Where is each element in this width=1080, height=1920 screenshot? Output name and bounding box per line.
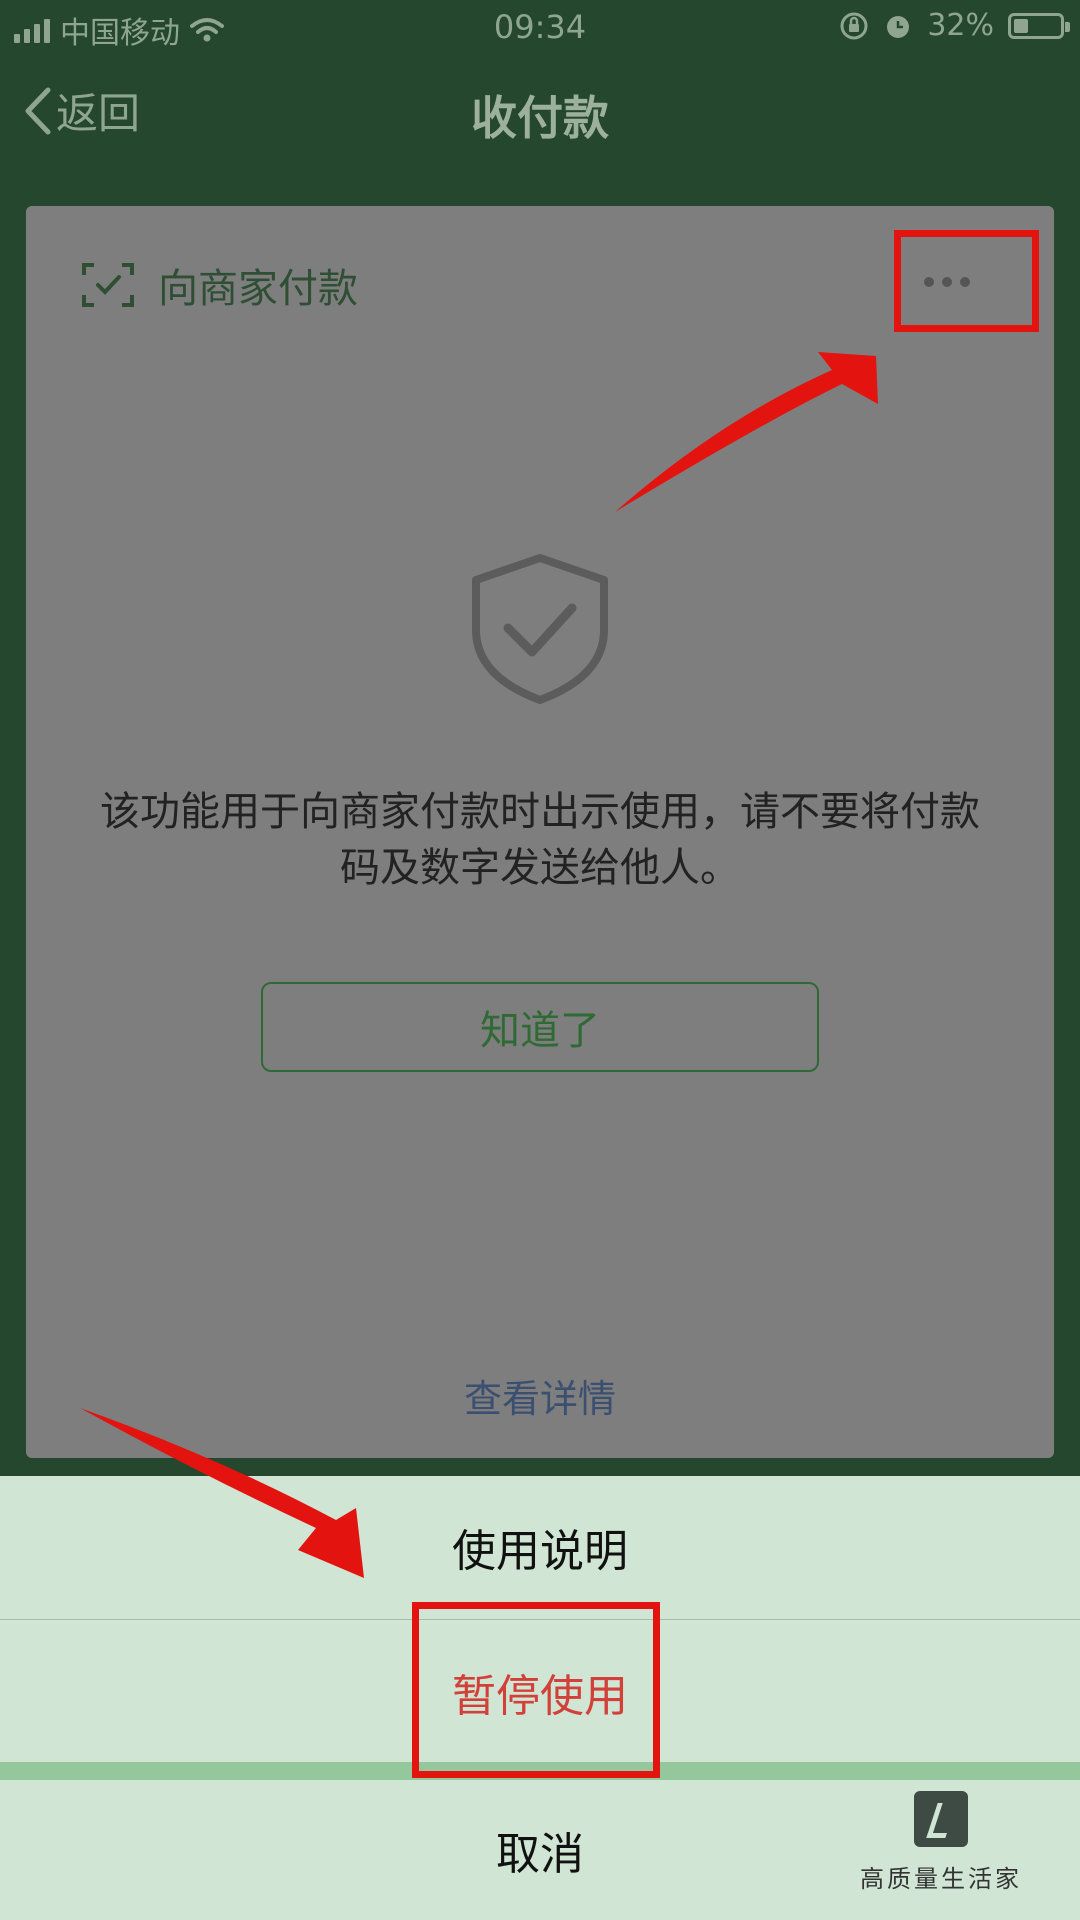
watermark-text: 高质量生活家 — [860, 1865, 1022, 1893]
more-dots-icon — [924, 277, 934, 287]
nav-bar: 返回 收付款 — [0, 60, 1080, 160]
battery-percent: 32% — [927, 8, 994, 43]
security-notice: 该功能用于向商家付款时出示使用，请不要将付款码及数字发送给他人。 — [100, 789, 980, 891]
page-title: 收付款 — [471, 91, 609, 145]
watermark-logo-icon — [914, 1791, 968, 1847]
alarm-icon — [887, 15, 910, 38]
battery-fill — [1014, 18, 1029, 33]
watermark: 高质量生活家 — [860, 1791, 1022, 1894]
shield-check-icon — [472, 554, 608, 704]
rotation-lock-icon — [840, 12, 868, 39]
card-header: 向商家付款 — [82, 256, 358, 314]
sheet-gap — [0, 1762, 1080, 1780]
more-button[interactable] — [892, 252, 1002, 312]
status-bar: 中国移动 09:34 32% — [0, 0, 1080, 56]
payment-card: 向商家付款 该功能用于向商家付款时出示使用，请不要将付款码及数字发送给他人。 知… — [26, 206, 1054, 1458]
status-right: 32% — [839, 8, 1070, 43]
usage-instructions-item[interactable]: 使用说明 — [0, 1476, 1080, 1618]
card-title: 向商家付款 — [158, 266, 358, 312]
got-it-button[interactable]: 知道了 — [261, 982, 819, 1072]
battery-icon — [1008, 12, 1070, 39]
scan-pay-icon — [82, 263, 134, 307]
pause-use-item[interactable]: 暂停使用 — [0, 1620, 1080, 1764]
view-details-link[interactable]: 查看详情 — [26, 1368, 1054, 1423]
